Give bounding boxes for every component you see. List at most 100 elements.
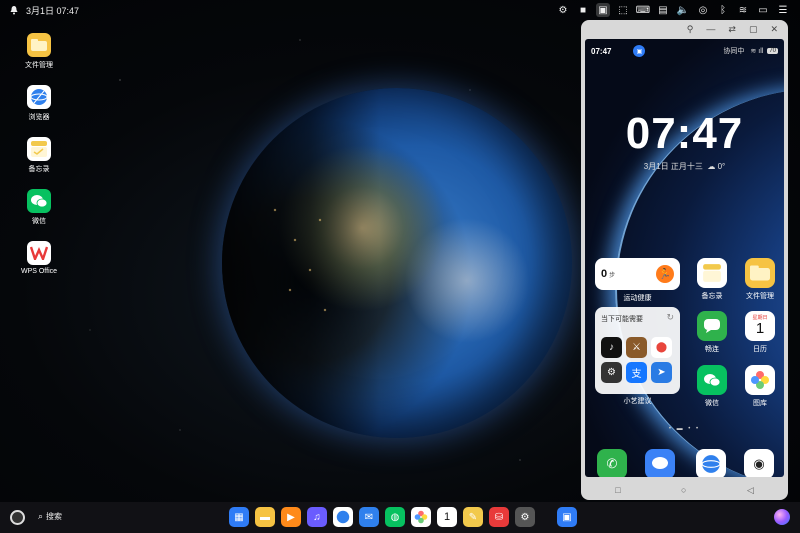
wifi-icon[interactable]: ≋ — [736, 3, 750, 17]
suggestion-label: 小艺建议 — [623, 398, 652, 405]
steps-value: 0 — [601, 268, 608, 280]
mail-icon[interactable]: ✉ — [359, 507, 379, 527]
calendar-taskbar-icon[interactable]: 1 — [437, 507, 457, 527]
phone-date-weather: 3月1日 正月十三 ☁ 0° — [585, 161, 784, 172]
calendar-app-icon[interactable]: 星期日 1 — [745, 311, 775, 341]
pin-icon[interactable]: ⚲ — [687, 24, 694, 35]
gallery-app-label: 图库 — [753, 400, 767, 407]
health-steps-widget[interactable]: 0 步 🏃 — [595, 258, 680, 290]
music-icon[interactable]: ♫ — [307, 507, 327, 527]
app-grid-icon[interactable]: ▦ — [229, 507, 249, 527]
calendar-app-label: 日历 — [753, 346, 767, 353]
browser-icon[interactable] — [333, 507, 353, 527]
app-gallery-icon[interactable]: ⛁ — [489, 507, 509, 527]
notes-taskbar-icon[interactable]: ✎ — [463, 507, 483, 527]
steps-unit: 步 — [609, 272, 616, 279]
tiktok-icon[interactable]: ♪ — [601, 337, 622, 358]
wechat-app-icon[interactable] — [697, 365, 727, 395]
dock-divider — [541, 507, 551, 527]
phone-weather: 0° — [717, 162, 726, 171]
gallery-app-icon[interactable] — [745, 365, 775, 395]
maximize-button[interactable]: ▢ — [749, 24, 758, 35]
desktop-icon-browser[interactable]: 浏览器 — [14, 85, 64, 123]
phone-date: 3月1日 正月十三 — [643, 162, 703, 171]
running-icon: 🏃 — [656, 265, 674, 283]
desktop-icon-wechat[interactable]: 微信 — [14, 189, 64, 227]
rotate-icon[interactable]: ⇄ — [728, 24, 736, 35]
files-icon[interactable]: ▬ — [255, 507, 275, 527]
phone-clock: 07:47 — [625, 109, 744, 158]
phone-collab-taskbar-icon[interactable]: ▣ — [557, 507, 577, 527]
super-device-icon[interactable]: ⚙ — [556, 3, 570, 17]
search-box[interactable]: ⌕ 搜索 — [38, 511, 62, 522]
close-button[interactable]: ✕ — [770, 24, 778, 35]
maps-icon[interactable]: ⬤ — [651, 337, 672, 358]
desktop-icon-label: 备忘录 — [28, 166, 50, 173]
video-icon[interactable]: ▶ — [281, 507, 301, 527]
messaging-icon[interactable] — [645, 449, 675, 477]
desktop-icon-files[interactable]: 文件管理 — [14, 33, 64, 71]
phone-status-time: 07:47 — [591, 46, 612, 56]
messages-app-icon[interactable] — [697, 311, 727, 341]
home-button[interactable]: ○ — [681, 485, 686, 495]
earth-city-lights — [255, 180, 345, 340]
folder-icon — [27, 33, 51, 57]
assistant-icon[interactable] — [774, 509, 790, 525]
alipay-icon[interactable]: 支 — [626, 362, 647, 383]
multi-screen-icon[interactable]: ▣ — [596, 3, 610, 17]
phone-battery: 70 — [767, 48, 778, 54]
phone-window-titlebar[interactable]: ⚲ — ⇄ ▢ ✕ — [581, 20, 788, 38]
phone-call-icon[interactable]: ✆ — [597, 449, 627, 477]
desktop-icon-notes[interactable]: 备忘录 — [14, 137, 64, 175]
desktop-icon-label: WPS Office — [20, 268, 58, 275]
phone-browser-icon[interactable] — [696, 449, 726, 477]
bell-icon[interactable] — [8, 4, 20, 16]
wechat-icon — [27, 189, 51, 213]
desktop-icon-label: 文件管理 — [25, 62, 53, 69]
start-button[interactable] — [10, 510, 25, 525]
input-method-icon[interactable]: ⌨ — [636, 3, 650, 17]
phone-status-bar: 07:47 ▣ 协同中 ≋ ıll 70 — [591, 45, 778, 57]
steps-widget-label: 运动健康 — [623, 295, 652, 302]
bluetooth-icon[interactable]: ᛒ — [716, 3, 730, 17]
video-camera-icon[interactable]: ■ — [576, 3, 590, 17]
refresh-icon[interactable]: ↻ — [666, 312, 674, 323]
game-icon[interactable]: ⚔ — [626, 337, 647, 358]
volume-icon[interactable]: 🔈 — [676, 3, 690, 17]
battery-icon[interactable]: ▭ — [756, 3, 770, 17]
desktop-icon-label: 浏览器 — [28, 114, 50, 121]
page-indicator: • ▬ • • — [668, 426, 701, 432]
globe-icon — [27, 85, 51, 109]
location-icon[interactable]: ◎ — [696, 3, 710, 17]
settings-icon[interactable]: ⚙ — [601, 362, 622, 383]
phone-collab-window[interactable]: ⚲ — ⇄ ▢ ✕ 07:47 ▣ 协同中 ≋ ıll 70 07:47 3月1… — [581, 20, 788, 500]
wechat-app-label: 微信 — [705, 400, 719, 407]
notes-app-icon[interactable] — [697, 258, 727, 288]
screenshot-icon[interactable]: ⬚ — [616, 3, 630, 17]
notes-app-label: 备忘录 — [701, 293, 723, 300]
taskbar-dock: ▦ ▬ ▶ ♫ ✉ ◍ 1 ✎ ⛁ ⚙ ▣ — [229, 507, 577, 527]
gallery-taskbar-icon[interactable] — [411, 507, 431, 527]
desktop-icons: 文件管理 浏览器 备忘录 微信 WPS Office — [14, 33, 64, 293]
messages-app-label: 畅连 — [705, 346, 719, 353]
minimize-button[interactable]: — — [706, 24, 715, 34]
wechat-taskbar-icon[interactable]: ◍ — [385, 507, 405, 527]
navigation-icon[interactable]: ➤ — [651, 362, 672, 383]
desktop-icon-wps[interactable]: WPS Office — [14, 241, 64, 279]
phone-nav-bar: □ ○ ◁ — [585, 481, 784, 499]
status-icons: ⚙ ■ ▣ ⬚ ⌨ ▤ 🔈 ◎ ᛒ ≋ ▭ ☰ — [556, 3, 790, 17]
settings-taskbar-icon[interactable]: ⚙ — [515, 507, 535, 527]
files-app-icon[interactable] — [745, 258, 775, 288]
phone-home-screen: 07:47 ▣ 协同中 ≋ ıll 70 07:47 3月1日 正月十三 ☁ 0… — [585, 39, 784, 477]
top-status-bar: 3月1日 07:47 ⚙ ■ ▣ ⬚ ⌨ ▤ 🔈 ◎ ᛒ ≋ ▭ ☰ — [0, 0, 800, 20]
back-button[interactable]: ◁ — [747, 485, 754, 496]
screen-record-icon[interactable]: ▤ — [656, 3, 670, 17]
recent-apps-button[interactable]: □ — [615, 485, 620, 495]
suggestion-app-grid: ♪ ⚔ ⬤ ⚙ 支 ➤ — [601, 337, 672, 383]
date-time: 3月1日 07:47 — [26, 5, 80, 16]
control-center-icon[interactable]: ☰ — [776, 3, 790, 17]
notes-icon — [27, 137, 51, 161]
camera-icon[interactable]: ◉ — [744, 449, 774, 477]
xiaoyi-suggestion-widget[interactable]: 当下可能需要 ↻ ♪ ⚔ ⬤ ⚙ 支 ➤ — [595, 307, 680, 394]
search-icon: ⌕ — [38, 511, 44, 521]
